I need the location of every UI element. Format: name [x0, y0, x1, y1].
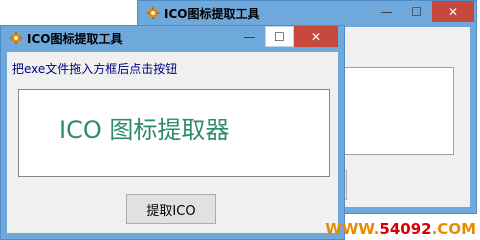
- display-title: ICO 图标提取器: [59, 116, 230, 144]
- front-close-button[interactable]: ✕: [294, 26, 338, 47]
- back-minimize-button[interactable]: —: [372, 1, 401, 22]
- front-minimize-button[interactable]: —: [235, 26, 264, 47]
- site-watermark: WWW.54092.COM: [325, 220, 476, 238]
- back-window-title: ICO图标提取工具: [164, 7, 260, 21]
- maximize-icon: ☐: [274, 29, 285, 44]
- close-icon: ✕: [447, 4, 459, 19]
- maximize-icon: ☐: [411, 4, 422, 19]
- app-gear-icon: [9, 31, 23, 45]
- extract-ico-button[interactable]: 提取ICO: [126, 194, 216, 224]
- drop-area[interactable]: ICO 图标提取器: [18, 89, 330, 177]
- front-window: ICO图标提取工具 — ☐ ✕ 把exe文件拖入方框后点击按钮 ICO 图标提取…: [0, 25, 345, 240]
- minimize-icon: —: [243, 29, 256, 44]
- instruction-label: 把exe文件拖入方框后点击按钮: [12, 62, 178, 76]
- close-icon: ✕: [310, 29, 322, 44]
- app-gear-icon: [146, 6, 160, 20]
- back-maximize-button[interactable]: ☐: [402, 1, 431, 22]
- front-window-titlebar[interactable]: ICO图标提取工具 — ☐ ✕: [1, 26, 344, 49]
- front-maximize-button[interactable]: ☐: [265, 26, 294, 47]
- minimize-icon: —: [380, 4, 393, 19]
- back-close-button[interactable]: ✕: [432, 1, 474, 22]
- front-window-title: ICO图标提取工具: [27, 32, 123, 46]
- back-window-titlebar[interactable]: ICO图标提取工具 — ☐ ✕: [138, 1, 476, 24]
- back-drop-area[interactable]: [326, 67, 454, 155]
